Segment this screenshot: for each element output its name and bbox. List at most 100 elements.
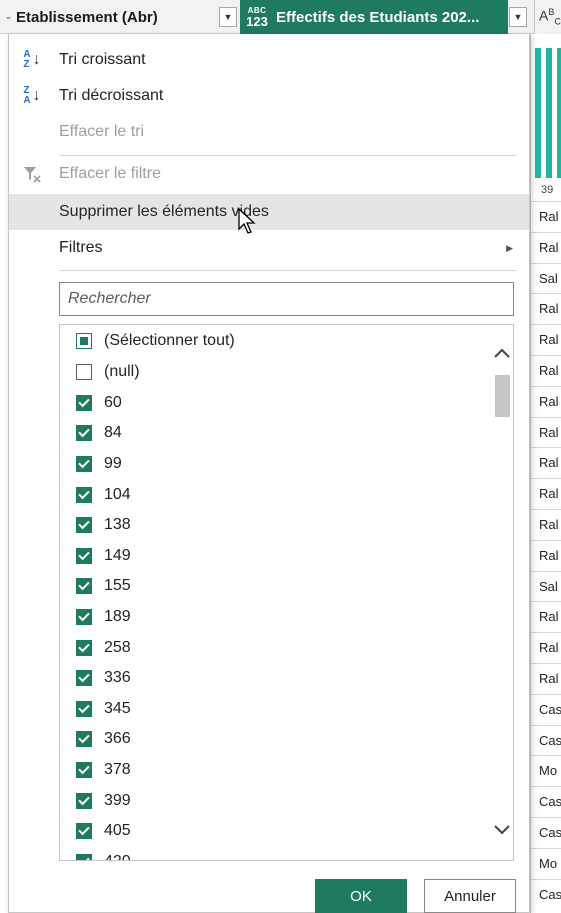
data-row-cell[interactable]: Cas bbox=[531, 786, 561, 817]
data-row-cell[interactable]: Ral bbox=[531, 354, 561, 386]
data-row-cell[interactable]: Ral bbox=[531, 324, 561, 355]
list-item[interactable]: 155 bbox=[60, 571, 480, 602]
data-row-cell[interactable]: Ral bbox=[531, 632, 561, 663]
list-item[interactable]: 405 bbox=[60, 816, 480, 847]
data-row-cell[interactable]: Ral bbox=[531, 508, 561, 540]
text-type-icon: ABC bbox=[539, 7, 561, 27]
list-item[interactable]: 99 bbox=[60, 449, 480, 480]
select-all-checkbox[interactable] bbox=[76, 333, 92, 349]
data-row-cell[interactable]: Ral bbox=[531, 539, 561, 571]
data-row-cell[interactable]: Cas bbox=[531, 816, 561, 848]
data-row-cell[interactable]: Cas bbox=[531, 878, 561, 910]
list-item-label: 366 bbox=[104, 730, 131, 748]
column-header-etablissement[interactable]: - Etablissement (Abr) bbox=[0, 0, 240, 34]
data-row-cell[interactable]: Cas bbox=[531, 693, 561, 725]
search-input[interactable] bbox=[59, 282, 514, 316]
data-row-cell[interactable]: Ral bbox=[531, 201, 561, 232]
list-item[interactable]: 420 bbox=[60, 847, 480, 860]
menu-clear-filter[interactable]: Effacer le filtre bbox=[9, 156, 529, 192]
menu-clear-sort-label: Effacer le tri bbox=[59, 123, 145, 140]
list-item[interactable]: 60 bbox=[60, 388, 480, 419]
data-row-cell[interactable]: Ral bbox=[531, 416, 561, 448]
list-item[interactable]: 189 bbox=[60, 602, 480, 633]
column-header-next[interactable]: ABC bbox=[534, 0, 561, 34]
menu-filters-label: Filtres bbox=[59, 239, 103, 256]
column-etablissement-dropdown-button[interactable]: ▼ bbox=[219, 7, 237, 27]
data-row-cell[interactable]: Ral bbox=[531, 447, 561, 478]
value-checkbox[interactable] bbox=[76, 578, 92, 595]
list-item-select-all[interactable]: (Sélectionner tout) bbox=[60, 325, 480, 357]
list-scrollbar[interactable] bbox=[491, 325, 513, 860]
list-item[interactable]: 258 bbox=[60, 632, 480, 663]
list-item[interactable]: 149 bbox=[60, 541, 480, 572]
value-checkbox[interactable] bbox=[76, 639, 92, 656]
list-item-label: 399 bbox=[104, 791, 131, 809]
data-row-cell[interactable]: Ral bbox=[531, 662, 561, 694]
list-item-label: (null) bbox=[104, 363, 140, 381]
value-checkbox[interactable] bbox=[76, 792, 92, 809]
column-header-effectifs[interactable]: ABC 123 Effectifs des Etudiants 202... bbox=[240, 0, 508, 34]
data-row-cell[interactable]: Ral bbox=[531, 293, 561, 324]
list-item[interactable]: 378 bbox=[60, 755, 480, 786]
data-row-cell[interactable]: Sal bbox=[531, 262, 561, 294]
chevron-down-icon: ▼ bbox=[513, 12, 523, 22]
column-effectifs-dropdown-button[interactable]: ▼ bbox=[509, 7, 527, 27]
value-checkbox[interactable] bbox=[76, 394, 92, 411]
value-checkbox[interactable] bbox=[76, 823, 92, 840]
data-row-cell[interactable]: Ral bbox=[531, 385, 561, 417]
menu-sort-descending-label: Tri décroissant bbox=[59, 87, 164, 104]
menu-sort-descending[interactable]: ZA ↓ Tri décroissant bbox=[9, 78, 529, 114]
value-checkbox[interactable] bbox=[76, 670, 92, 687]
chevron-down-icon bbox=[494, 825, 510, 835]
ok-button[interactable]: OK bbox=[315, 879, 407, 913]
menu-remove-empty[interactable]: Supprimer les éléments vides bbox=[9, 194, 529, 230]
data-row-cell[interactable]: Ral bbox=[531, 601, 561, 632]
menu-clear-sort[interactable]: Effacer le tri bbox=[9, 114, 529, 150]
list-item[interactable]: 399 bbox=[60, 785, 480, 816]
clear-filter-icon bbox=[21, 162, 43, 186]
list-item-null[interactable]: (null) bbox=[60, 357, 480, 388]
menu-clear-filter-label: Effacer le filtre bbox=[59, 165, 161, 182]
scroll-down-button[interactable] bbox=[493, 820, 511, 840]
data-row-cell[interactable]: Ral bbox=[531, 231, 561, 263]
list-item[interactable]: 104 bbox=[60, 479, 480, 510]
data-row-cell[interactable]: Sal bbox=[531, 570, 561, 602]
chevron-up-icon bbox=[494, 348, 510, 358]
list-item-label: 149 bbox=[104, 546, 131, 564]
filter-values-list-inner: (Sélectionner tout) (null) 60 84 99 104 138 1… bbox=[60, 325, 480, 860]
menu-sort-ascending[interactable]: AZ ↓ Tri croissant bbox=[9, 42, 529, 78]
value-checkbox[interactable] bbox=[76, 517, 92, 534]
scroll-thumb[interactable] bbox=[495, 375, 510, 417]
list-item[interactable]: 366 bbox=[60, 724, 480, 755]
value-checkbox[interactable] bbox=[76, 731, 92, 748]
scroll-up-button[interactable] bbox=[493, 343, 511, 363]
data-row-cell[interactable]: Cas bbox=[531, 724, 561, 756]
value-checkbox[interactable] bbox=[76, 547, 92, 564]
data-row-cell[interactable]: Mo bbox=[531, 847, 561, 879]
list-item[interactable]: 84 bbox=[60, 418, 480, 449]
number-type-icon[interactable]: ABC 123 bbox=[242, 4, 272, 30]
data-column-strip: 39 Ral Ral Sal Ral Ral Ral Ral Ral Ral Ral Ral Ral S… bbox=[530, 34, 561, 913]
value-checkbox[interactable] bbox=[76, 425, 92, 442]
data-row-cell[interactable]: Ral bbox=[531, 478, 561, 509]
null-checkbox[interactable] bbox=[76, 364, 92, 381]
data-row-cell[interactable]: Mo bbox=[531, 755, 561, 786]
list-item[interactable]: 345 bbox=[60, 694, 480, 725]
value-checkbox[interactable] bbox=[76, 486, 92, 503]
menu-divider bbox=[59, 270, 517, 271]
quality-bar bbox=[535, 48, 541, 178]
value-checkbox[interactable] bbox=[76, 456, 92, 473]
value-checkbox[interactable] bbox=[76, 762, 92, 779]
value-checkbox[interactable] bbox=[76, 853, 92, 860]
list-item-label: 258 bbox=[104, 638, 131, 656]
column-header-etablissement-label: Etablissement (Abr) bbox=[16, 8, 158, 26]
list-item[interactable]: 336 bbox=[60, 663, 480, 694]
list-item[interactable]: 138 bbox=[60, 510, 480, 541]
mouse-cursor-icon bbox=[238, 208, 256, 234]
list-item-label: 60 bbox=[104, 393, 122, 411]
menu-filters[interactable]: Filtres ▶ bbox=[9, 230, 529, 266]
value-checkbox[interactable] bbox=[76, 700, 92, 717]
cancel-button[interactable]: Annuler bbox=[424, 879, 516, 913]
list-item-label: 138 bbox=[104, 516, 131, 534]
value-checkbox[interactable] bbox=[76, 609, 92, 626]
